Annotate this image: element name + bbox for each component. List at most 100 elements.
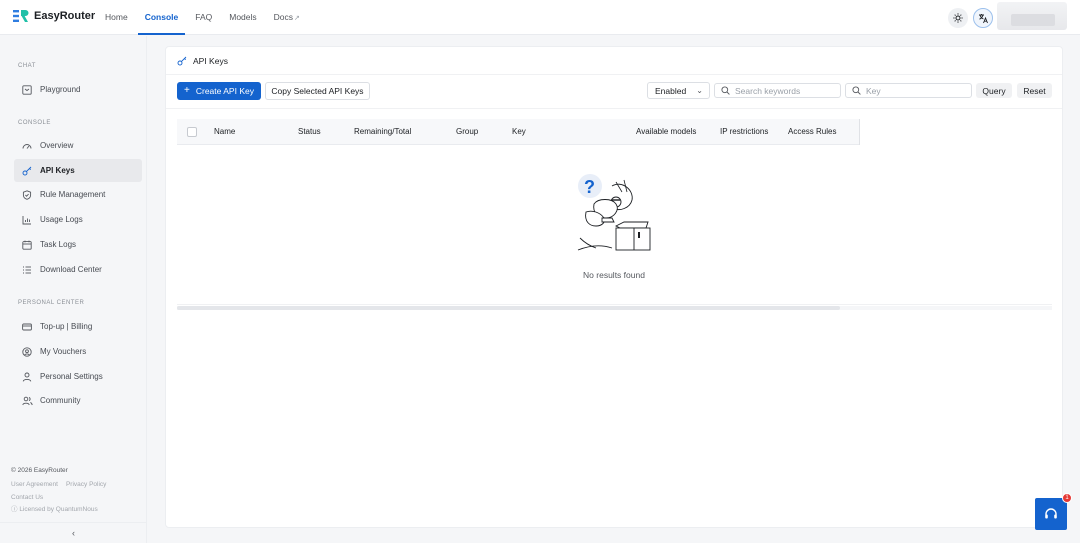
search-icon	[721, 86, 730, 95]
sidebar-item-label: My Vouchers	[40, 347, 87, 356]
key-placeholder: Key	[866, 85, 881, 96]
sidebar-item-label: Task Logs	[40, 240, 77, 249]
sidebar-item-label: Playground	[40, 85, 81, 94]
key-input[interactable]: Key	[845, 83, 972, 98]
app-logo[interactable]: EasyRouter	[13, 9, 95, 23]
search-keywords-input[interactable]: Search keywords	[714, 83, 841, 98]
language-button[interactable]	[973, 8, 993, 28]
sidebar-item-rule-management[interactable]: Rule Management	[14, 183, 142, 206]
top-bar: EasyRouter Home Console FAQ Models Docs↗	[0, 0, 1080, 35]
sidebar-item-community[interactable]: Community	[14, 389, 142, 412]
sidebar-footer: © 2026 EasyRouter User Agreement Privacy …	[11, 467, 141, 517]
section-label-chat: CHAT	[18, 63, 36, 69]
copyright-text: © 2026 EasyRouter	[11, 467, 68, 474]
table-header: Name Status Remaining/Total Group Key Av…	[177, 119, 1052, 145]
voucher-icon	[21, 346, 33, 358]
sidebar-item-label: API Keys	[40, 166, 75, 175]
select-all-checkbox[interactable]	[187, 127, 197, 137]
customer-support-button[interactable]	[1035, 498, 1067, 530]
chevron-left-icon: ‹	[72, 528, 75, 538]
nav-home[interactable]: Home	[98, 0, 135, 35]
column-header-name[interactable]: Name	[214, 119, 235, 145]
sidebar-item-label: Rule Management	[40, 190, 106, 199]
top-nav: Home Console FAQ Models Docs↗	[98, 0, 310, 35]
translate-icon	[978, 13, 988, 23]
chevron-down-icon: ⌄	[696, 86, 703, 95]
nav-faq[interactable]: FAQ	[188, 0, 219, 35]
empty-state-text: No results found	[583, 270, 645, 280]
chart-icon	[21, 214, 33, 226]
search-icon	[852, 86, 861, 95]
search-placeholder: Search keywords	[735, 85, 801, 96]
sidebar-item-label: Top-up | Billing	[40, 322, 93, 331]
license-label: Licensed by QuantumNous	[19, 506, 98, 513]
nav-docs-label: Docs	[273, 12, 294, 22]
sidebar-collapse-button[interactable]: ‹	[0, 522, 147, 543]
notification-badge: 1	[1062, 493, 1072, 503]
fixed-column-header	[860, 119, 1052, 145]
sidebar-item-label: Community	[40, 396, 81, 405]
sidebar-item-api-keys[interactable]: API Keys	[14, 159, 142, 182]
list-icon	[21, 264, 33, 276]
column-header-ip-restrictions[interactable]: IP restrictions	[720, 119, 768, 145]
theme-toggle-button[interactable]	[948, 8, 968, 28]
sidebar-item-label: Download Center	[40, 265, 102, 274]
svg-text:?: ?	[584, 177, 595, 197]
sidebar-item-usage-logs[interactable]: Usage Logs	[14, 208, 142, 231]
column-header-access-rules[interactable]: Access Rules	[788, 119, 836, 145]
sidebar-item-task-logs[interactable]: Task Logs	[14, 233, 142, 256]
sidebar-item-playground[interactable]: Playground	[14, 78, 142, 101]
column-header-group[interactable]: Group	[456, 119, 478, 145]
nav-docs[interactable]: Docs↗	[267, 0, 307, 35]
user-avatar[interactable]	[997, 2, 1067, 30]
sun-icon	[953, 13, 963, 23]
privacy-policy-link[interactable]: Privacy Policy	[66, 481, 106, 488]
api-keys-card: API Keys + Create API Key Copy Selected …	[165, 46, 1063, 528]
app-name: EasyRouter	[34, 10, 96, 22]
easyrouter-logo-icon	[13, 9, 29, 23]
headset-icon	[1045, 508, 1057, 519]
copy-selected-keys-button[interactable]: Copy Selected API Keys	[265, 82, 370, 100]
divider	[177, 304, 1052, 305]
create-api-key-button[interactable]: + Create API Key	[177, 82, 261, 100]
shield-icon	[21, 189, 33, 201]
column-header-available-models[interactable]: Available models	[636, 119, 696, 145]
key-icon	[21, 165, 33, 177]
calendar-icon	[21, 239, 33, 251]
users-icon	[21, 395, 33, 407]
user-agreement-link[interactable]: User Agreement	[11, 481, 58, 488]
column-header-remaining-total[interactable]: Remaining/Total	[354, 119, 411, 145]
sidebar-item-label: Personal Settings	[40, 372, 103, 381]
section-label-console: CONSOLE	[18, 120, 51, 126]
section-label-personal-center: PERSONAL CENTER	[18, 300, 85, 306]
divider	[166, 108, 1062, 109]
external-link-icon: ↗	[294, 15, 300, 22]
key-icon	[177, 56, 187, 66]
gauge-icon	[21, 140, 33, 152]
playground-icon	[21, 84, 33, 96]
plus-icon: +	[184, 85, 190, 96]
horizontal-scrollbar-thumb[interactable]	[177, 306, 840, 310]
sidebar-item-label: Usage Logs	[40, 215, 83, 224]
nav-console[interactable]: Console	[137, 0, 186, 35]
license-text: ⓘ Licensed by QuantumNous	[11, 506, 98, 513]
sidebar-item-label: Overview	[40, 141, 74, 150]
empty-state-illustration: ?	[572, 172, 656, 256]
contact-us-link[interactable]: Contact Us	[11, 494, 43, 501]
reset-button[interactable]: Reset	[1017, 83, 1052, 98]
divider	[166, 74, 1062, 75]
sidebar: CHAT Playground CONSOLE Overview API Key…	[0, 36, 147, 543]
nav-models[interactable]: Models	[222, 0, 263, 35]
sidebar-item-top-up-billing[interactable]: Top-up | Billing	[14, 315, 142, 338]
sidebar-item-my-vouchers[interactable]: My Vouchers	[14, 340, 142, 363]
status-filter-value: Enabled	[655, 85, 687, 96]
column-header-status[interactable]: Status	[298, 119, 321, 145]
query-button[interactable]: Query	[976, 83, 1012, 98]
sidebar-item-personal-settings[interactable]: Personal Settings	[14, 365, 142, 388]
page-title-label: API Keys	[193, 56, 228, 66]
sidebar-item-overview[interactable]: Overview	[14, 134, 142, 157]
page-title: API Keys	[177, 56, 228, 66]
status-filter-select[interactable]: Enabled ⌄	[647, 82, 710, 99]
sidebar-item-download-center[interactable]: Download Center	[14, 258, 142, 281]
column-header-key[interactable]: Key	[512, 119, 526, 145]
